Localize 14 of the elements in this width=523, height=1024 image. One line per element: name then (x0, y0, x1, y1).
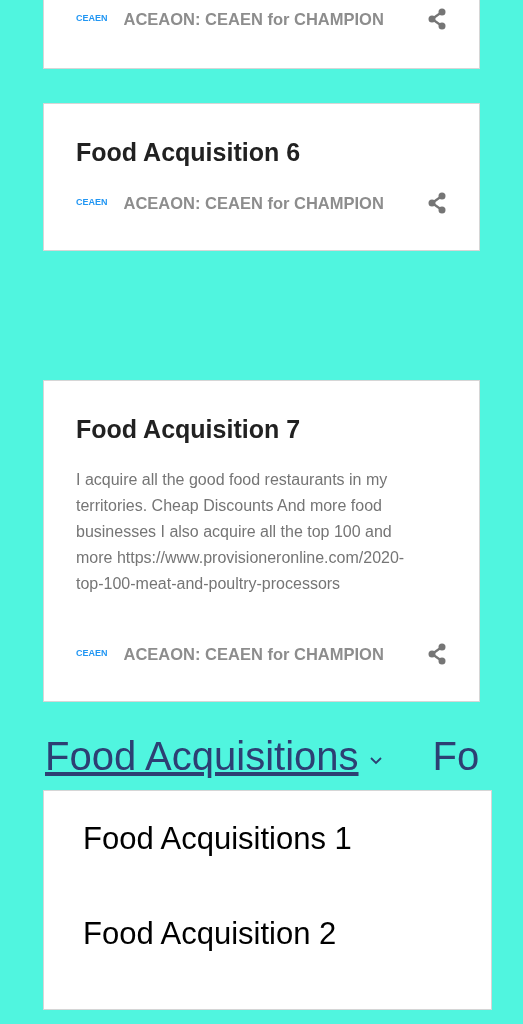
post-title[interactable]: Food Acquisition 6 (76, 134, 447, 170)
dropdown-item[interactable]: Food Acquisitions 1 (83, 815, 491, 863)
share-icon[interactable] (427, 643, 447, 665)
chevron-icon[interactable] (368, 755, 383, 765)
dropdown-item[interactable]: Food Acquisition 2 (83, 910, 491, 958)
author-logo-text: CEAEN (76, 12, 108, 26)
author-logo-text: CEAEN (76, 647, 108, 661)
post-body: I acquire all the good food restaurants in my territories. Cheap Discounts And more food businesses I also acquire all the top 100 and more https://www.provisioneronline.com/2020-top-100-meat-and-poultry-processors (76, 470, 406, 594)
nav-link[interactable]: Food Acquisitions (45, 726, 359, 786)
nav-link[interactable]: Fo (432, 726, 480, 786)
post-title[interactable]: Food Acquisition 7 (76, 411, 447, 447)
author-logo-text: CEAEN (76, 196, 108, 210)
share-icon[interactable] (427, 8, 447, 30)
share-icon[interactable] (427, 192, 447, 214)
